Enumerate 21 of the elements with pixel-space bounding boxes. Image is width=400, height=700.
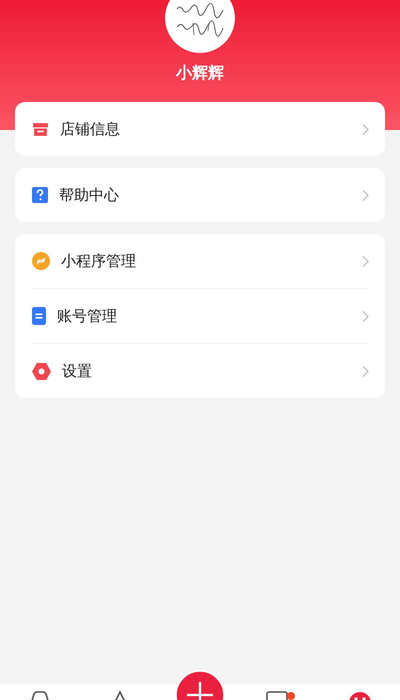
menu-item[interactable]: 账号管理 — [32, 289, 369, 343]
chevron-right-icon — [362, 188, 369, 202]
menu-label: 帮助中心 — [59, 186, 120, 204]
menu-item[interactable]: 帮助中心 — [32, 168, 369, 222]
settings-icon — [32, 362, 51, 380]
help-icon — [32, 187, 48, 203]
store-icon — [32, 122, 49, 136]
chevron-right-icon — [362, 254, 369, 268]
chevron-right-icon — [362, 364, 369, 378]
chevron-right-icon — [362, 122, 369, 136]
menu-label: 设置 — [62, 362, 93, 380]
user-name: 小辉辉 — [176, 63, 224, 84]
link-icon — [32, 252, 50, 270]
menu-item[interactable]: 设置 — [32, 344, 369, 398]
document-icon — [32, 307, 46, 325]
menu-label: 店铺信息 — [60, 120, 121, 138]
menu-label: 账号管理 — [57, 306, 118, 326]
menu-item[interactable]: 店铺信息 — [32, 102, 369, 156]
menu-item[interactable]: 小程序管理 — [32, 234, 369, 288]
menu-label: 小程序管理 — [61, 252, 137, 270]
chevron-right-icon — [362, 310, 369, 322]
